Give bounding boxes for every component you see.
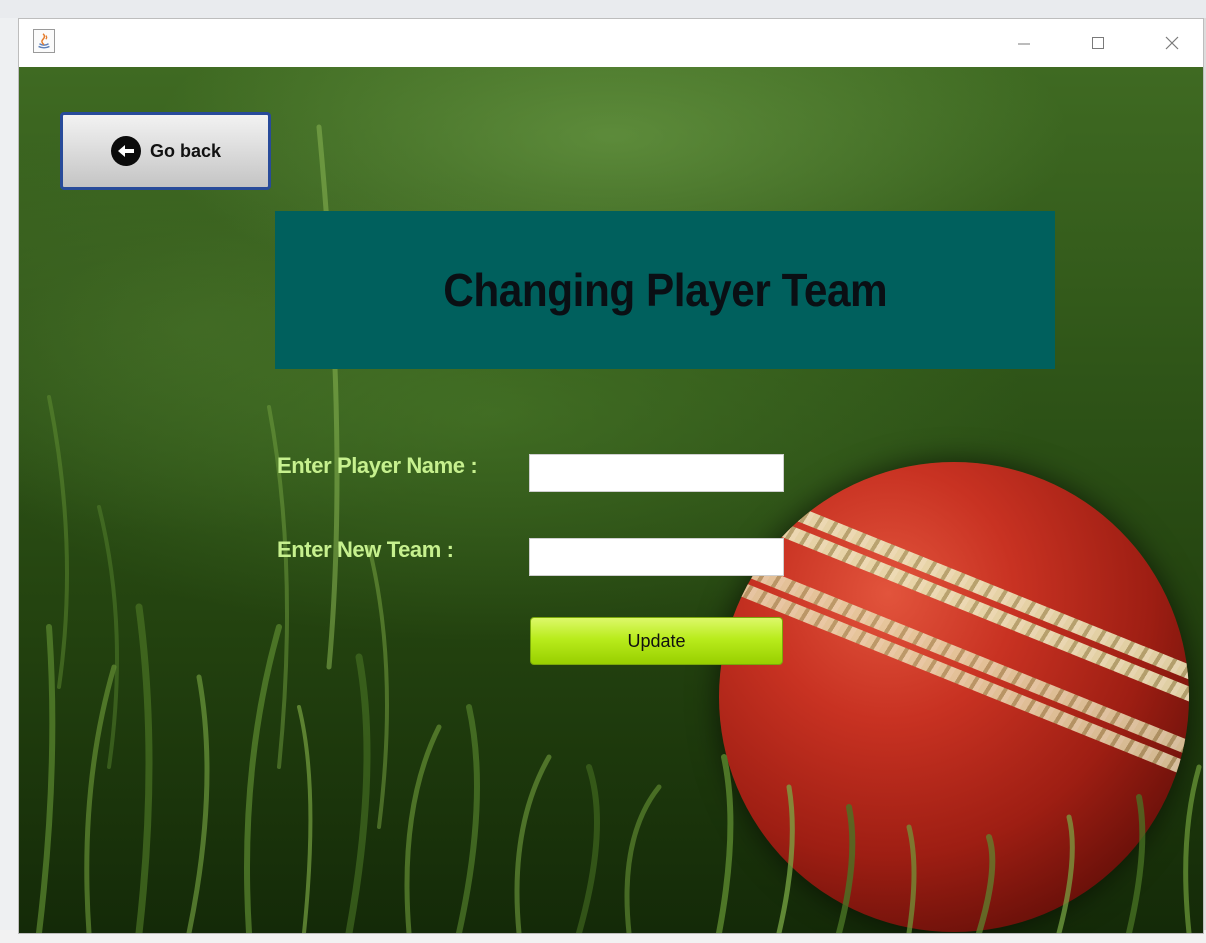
new-team-label: Enter New Team : <box>277 537 454 562</box>
background-desktop-strip <box>0 0 1206 18</box>
background-editor-strip <box>0 18 18 930</box>
close-button[interactable] <box>1139 19 1203 67</box>
java-app-icon[interactable] <box>33 29 55 53</box>
foreground-grass-decoration <box>716 754 1202 933</box>
page-title: Changing Player Team <box>443 264 887 316</box>
app-window: Go back Changing Player Team Enter Playe… <box>18 18 1204 934</box>
minimize-button[interactable] <box>991 19 1057 67</box>
player-name-label: Enter Player Name : <box>277 453 478 478</box>
content-pane: Go back Changing Player Team Enter Playe… <box>19 67 1203 933</box>
title-panel: Changing Player Team <box>275 211 1055 369</box>
minimize-icon <box>1018 43 1030 45</box>
player-name-input[interactable] <box>529 454 784 492</box>
maximize-icon <box>1092 37 1104 49</box>
title-bar <box>19 19 1203 67</box>
go-back-label: Go back <box>149 140 222 161</box>
close-icon <box>1165 36 1179 50</box>
go-back-button[interactable]: Go back <box>60 112 271 190</box>
new-team-input[interactable] <box>529 538 784 576</box>
update-button[interactable]: Update <box>530 617 783 665</box>
maximize-button[interactable] <box>1065 19 1131 67</box>
arrow-left-circle-icon <box>110 136 141 166</box>
